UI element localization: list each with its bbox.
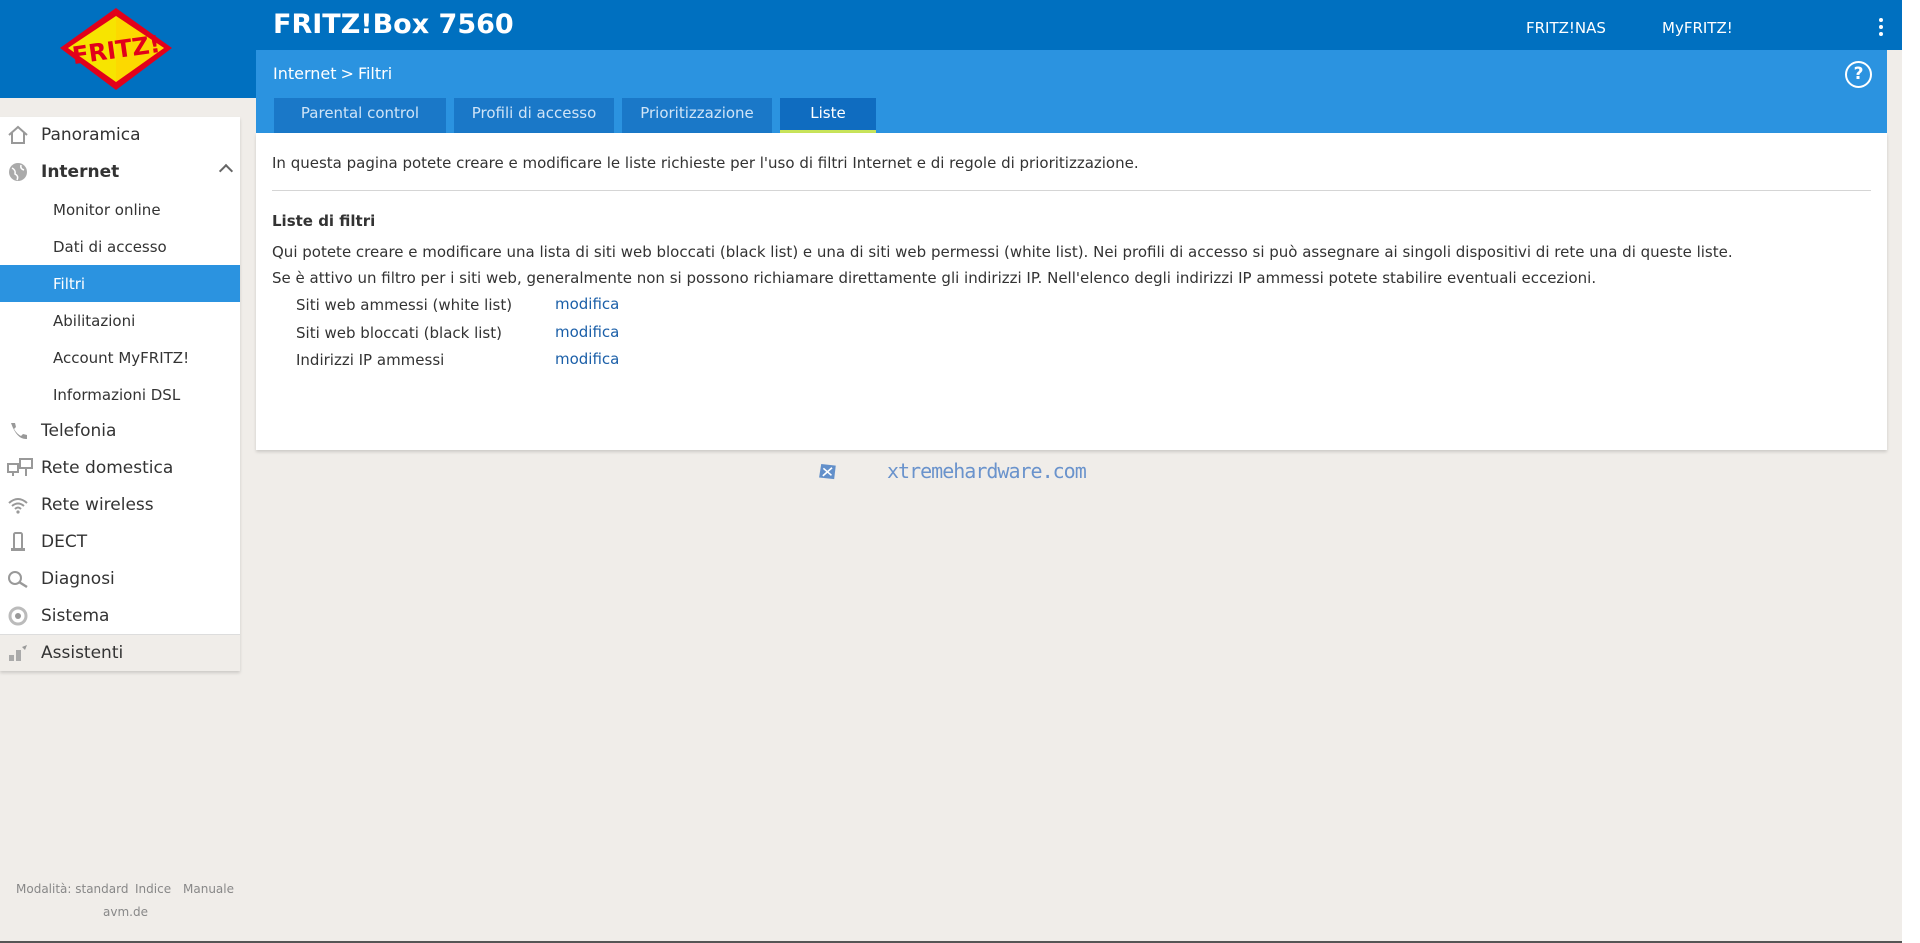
sidebar-item-sistema[interactable]: Sistema <box>0 598 240 635</box>
help-icon[interactable]: ? <box>1845 61 1872 88</box>
sidebar-item-label: Assistenti <box>41 643 124 663</box>
sidebar-item-assistenti[interactable]: Assistenti <box>0 634 240 671</box>
sidebar-subitem-label: Filtri <box>53 275 86 293</box>
white-list-edit-link[interactable]: modifica <box>555 295 619 313</box>
breadcrumb-parent[interactable]: Internet <box>273 64 337 83</box>
network-icon <box>7 458 33 476</box>
sidebar-item-dect[interactable]: DECT <box>0 524 240 561</box>
wizard-icon <box>9 645 27 661</box>
dect-icon <box>11 532 25 551</box>
sidebar-subitem-label: Account MyFRITZ! <box>53 349 190 367</box>
sidebar-item-rete-wireless[interactable]: Rete wireless <box>0 487 240 524</box>
breadcrumb: Internet > Filtri <box>273 64 392 83</box>
avm-link[interactable]: avm.de <box>103 905 148 919</box>
description-paragraph-2: Se è attivo un filtro per i siti web, ge… <box>272 269 1597 287</box>
tab-parental-control[interactable]: Parental control <box>274 98 446 133</box>
black-list-edit-link[interactable]: modifica <box>555 323 619 341</box>
sidebar-subitem-account-myfritz[interactable]: Account MyFRITZ! <box>0 339 240 376</box>
allowed-ip-label: Indirizzi IP ammessi <box>296 351 445 369</box>
intro-text: In questa pagina potete creare e modific… <box>272 154 1139 172</box>
sidebar-item-label: Telefonia <box>41 421 117 441</box>
scrollbar-track[interactable] <box>1902 0 1920 943</box>
sidebar: Panoramica Internet Monitor online Dati … <box>0 117 240 671</box>
sub-header: Internet > Filtri ? Parental control Profi… <box>256 50 1887 133</box>
logo-area: FRITZ! <box>0 0 256 98</box>
chevron-up-icon[interactable] <box>218 163 234 179</box>
manual-link[interactable]: Manuale <box>183 882 234 896</box>
sidebar-item-label: Rete wireless <box>41 495 154 515</box>
diagnosis-icon <box>8 571 28 589</box>
sidebar-subitem-informazioni-dsl[interactable]: Informazioni DSL <box>0 376 240 413</box>
sidebar-item-internet[interactable]: Internet <box>0 154 240 191</box>
sidebar-subitem-label: Monitor online <box>53 201 161 219</box>
more-menu-icon[interactable] <box>1878 18 1884 36</box>
sidebar-subitem-filtri[interactable]: Filtri <box>0 265 240 302</box>
sidebar-item-label: Sistema <box>41 606 110 626</box>
sidebar-item-panoramica[interactable]: Panoramica <box>0 117 240 154</box>
sidebar-subitem-label: Abilitazioni <box>53 312 136 330</box>
sidebar-subitem-dati-di-accesso[interactable]: Dati di accesso <box>0 228 240 265</box>
sidebar-item-diagnosi[interactable]: Diagnosi <box>0 561 240 598</box>
tab-prioritizzazione[interactable]: Prioritizzazione <box>622 98 772 133</box>
sidebar-subitem-abilitazioni[interactable]: Abilitazioni <box>0 302 240 339</box>
sidebar-subitem-monitor-online[interactable]: Monitor online <box>0 191 240 228</box>
sidebar-item-label: DECT <box>41 532 88 552</box>
sidebar-item-label: Diagnosi <box>41 569 115 589</box>
watermark-text: xtremehardware.com <box>887 459 1087 483</box>
sidebar-subitem-label: Dati di accesso <box>53 238 167 256</box>
black-list-label: Siti web bloccati (black list) <box>296 324 502 342</box>
sidebar-item-label: Internet <box>41 162 120 182</box>
fritz-logo[interactable]: FRITZ! <box>56 6 176 92</box>
sidebar-item-telefonia[interactable]: Telefonia <box>0 413 240 450</box>
sidebar-item-label: Panoramica <box>41 125 141 145</box>
sidebar-item-rete-domestica[interactable]: Rete domestica <box>0 450 240 487</box>
tab-liste[interactable]: Liste <box>780 98 876 133</box>
allowed-ip-edit-link[interactable]: modifica <box>555 350 619 368</box>
section-title: Liste di filtri <box>272 212 376 230</box>
product-title: FRITZ!Box 7560 <box>273 9 514 40</box>
phone-icon <box>11 423 27 440</box>
description-paragraph-1: Qui potete creare e modificare una lista… <box>272 243 1733 261</box>
wifi-icon <box>8 498 28 514</box>
watermark-logo <box>819 464 836 480</box>
globe-icon <box>9 163 27 181</box>
divider <box>272 190 1871 191</box>
myfritz-link[interactable]: MyFRITZ! <box>1662 19 1733 37</box>
content-panel: In questa pagina potete creare e modific… <box>256 133 1887 450</box>
mode-link[interactable]: Modalità: standard <box>16 882 128 896</box>
index-link[interactable]: Indice <box>135 882 171 896</box>
breadcrumb-separator: > <box>340 64 354 83</box>
fritznas-link[interactable]: FRITZ!NAS <box>1526 19 1606 37</box>
home-icon <box>8 125 28 144</box>
white-list-label: Siti web ammessi (white list) <box>296 296 513 314</box>
sidebar-subitem-label: Informazioni DSL <box>53 386 181 404</box>
system-icon <box>8 606 28 626</box>
sidebar-item-label: Rete domestica <box>41 458 174 478</box>
tab-profili-di-accesso[interactable]: Profili di accesso <box>454 98 614 133</box>
breadcrumb-current: Filtri <box>357 64 393 83</box>
